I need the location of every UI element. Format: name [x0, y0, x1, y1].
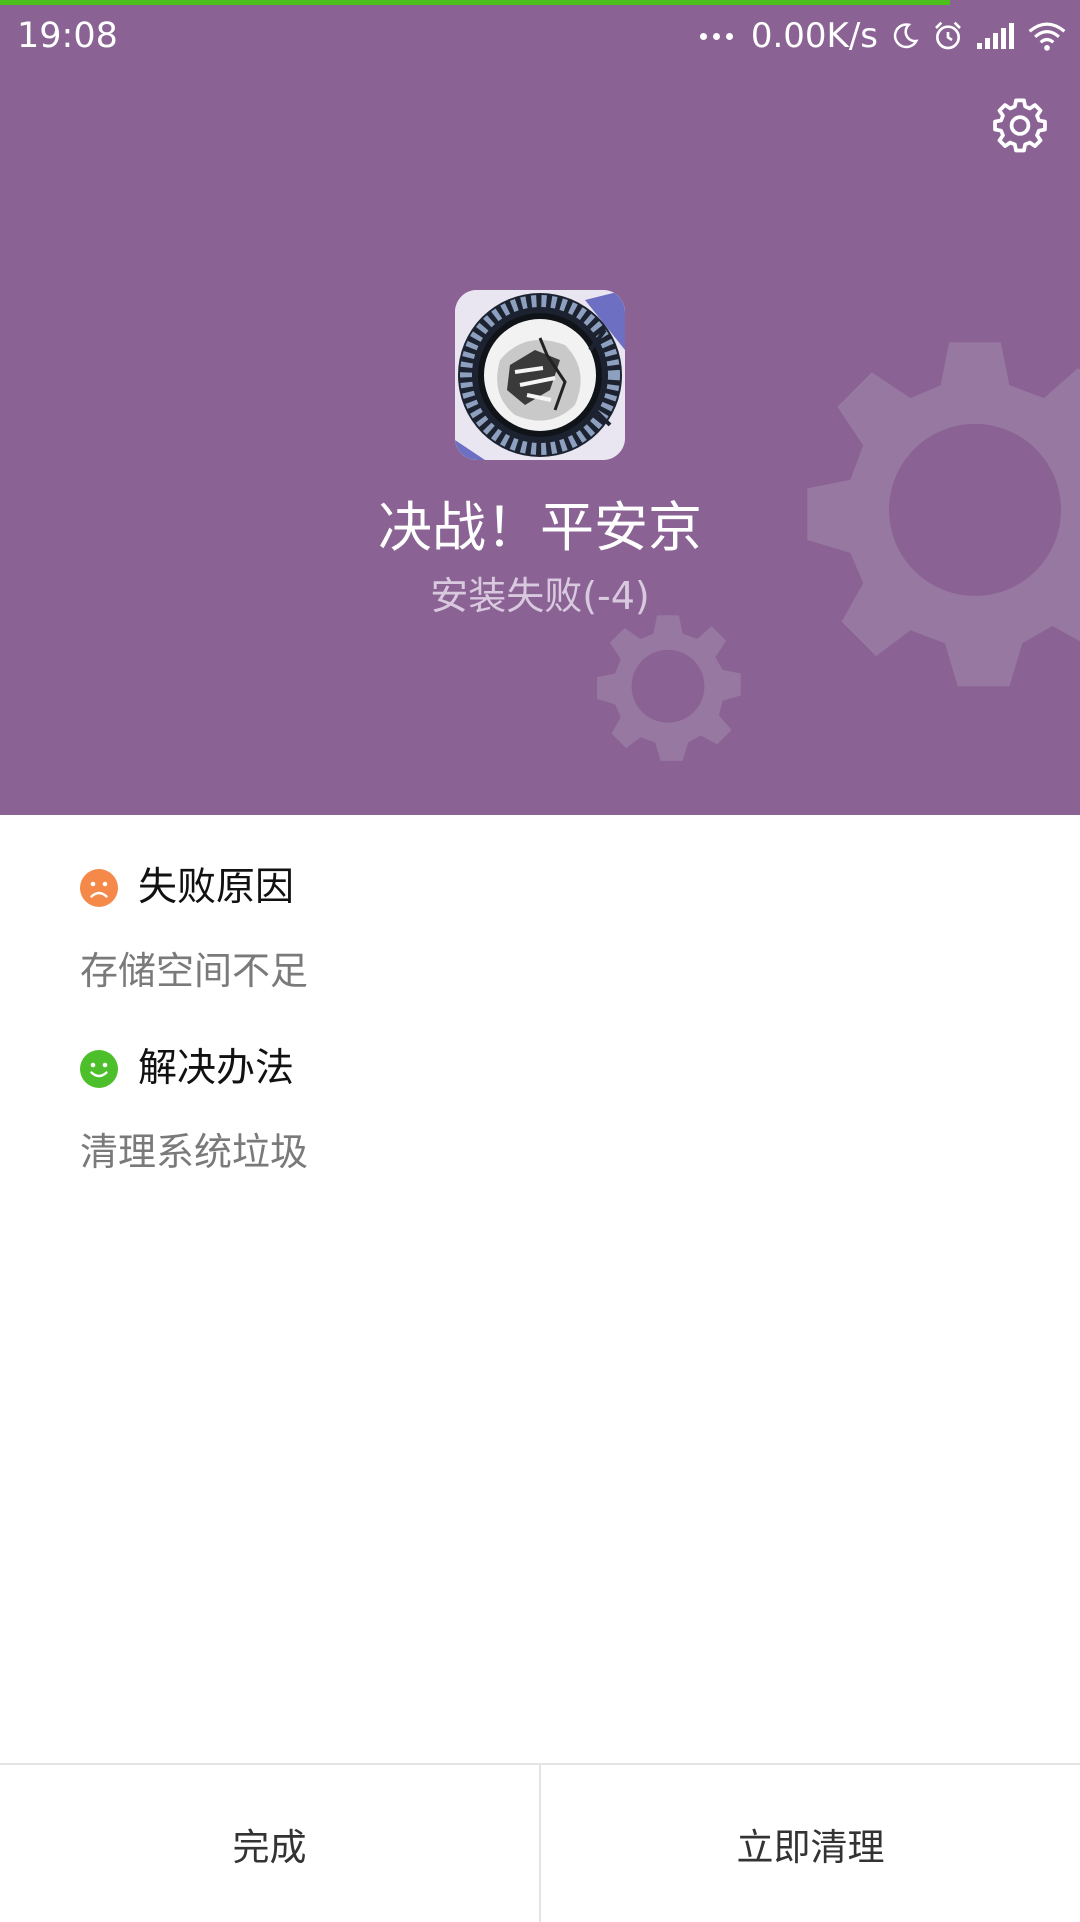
status-time: 19:08: [17, 16, 118, 56]
settings-button[interactable]: [990, 96, 1050, 156]
signal-icon: [977, 23, 1014, 49]
app-logo-image: [455, 290, 625, 460]
app-name: 决战！平安京: [378, 496, 702, 559]
done-button[interactable]: 完成: [0, 1765, 539, 1922]
clean-now-button[interactable]: 立即清理: [541, 1765, 1080, 1922]
sad-face-icon: [80, 869, 118, 907]
failure-reason-detail: 存储空间不足: [80, 949, 309, 993]
failure-reason-header: 失败原因: [80, 860, 980, 916]
solution-header: 解决办法: [80, 1041, 980, 1097]
status-bar: 19:08 0.00K/s: [0, 0, 1080, 76]
solution-title: 解决办法: [138, 1046, 295, 1091]
solution-section: 解决办法 清理系统垃圾: [80, 1041, 980, 1179]
smile-face-icon: [80, 1050, 118, 1088]
gear-icon: [993, 98, 1047, 153]
wifi-icon: [1028, 22, 1066, 51]
bottom-action-bar: 完成 立即清理: [0, 1763, 1080, 1922]
header: 19:08 0.00K/s 决战！平安京 安装失败(-4): [0, 0, 1080, 815]
more-dots-icon: [699, 32, 739, 40]
moon-icon: [893, 23, 919, 49]
background-small-gear-icon: [597, 615, 741, 761]
alarm-icon: [935, 21, 961, 50]
failure-reason-section: 失败原因 存储空间不足: [80, 860, 980, 998]
status-icons: 0.00K/s: [688, 14, 1066, 58]
install-status: 安装失败(-4): [430, 574, 650, 618]
solution-detail: 清理系统垃圾: [80, 1130, 309, 1174]
network-speed: 0.00K/s: [750, 16, 878, 56]
failure-reason-title: 失败原因: [138, 865, 295, 910]
app-icon: [455, 290, 625, 460]
